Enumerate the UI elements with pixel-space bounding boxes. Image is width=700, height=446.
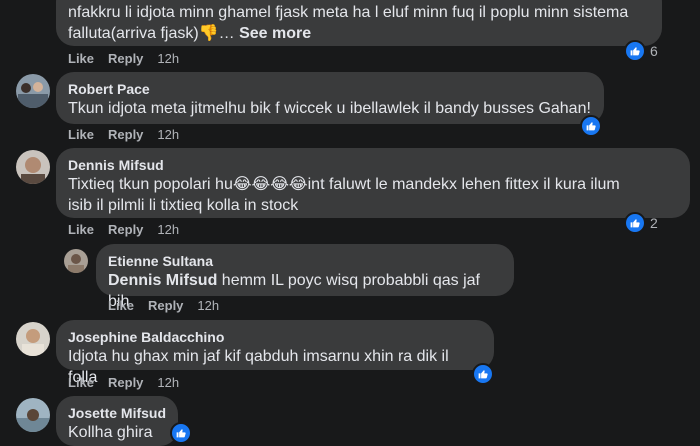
- avatar[interactable]: [16, 74, 50, 108]
- comment-actions: Like Reply 12h: [108, 298, 219, 313]
- comment-bubble: Robert Pace Tkun idjota meta jitmelhu bi…: [56, 72, 604, 124]
- reply-button[interactable]: Reply: [148, 298, 183, 313]
- thumbs-up-icon: [624, 40, 646, 62]
- thumbs-up-icon: [580, 115, 602, 137]
- timestamp: 12h: [157, 375, 180, 390]
- avatar[interactable]: [16, 322, 50, 356]
- reply-button[interactable]: Reply: [108, 222, 143, 237]
- comment-author[interactable]: Dennis Mifsud: [68, 156, 678, 174]
- reaction-number: 2: [650, 215, 658, 231]
- avatar[interactable]: [16, 398, 50, 432]
- timestamp: 12h: [157, 51, 180, 66]
- timestamp: 12h: [197, 298, 220, 313]
- like-button[interactable]: Like: [68, 222, 94, 237]
- avatar[interactable]: [16, 150, 50, 184]
- reaction-count[interactable]: [472, 363, 494, 385]
- reply-button[interactable]: Reply: [108, 127, 143, 142]
- like-button[interactable]: Like: [68, 127, 94, 142]
- comment-bubble: Josette Mifsud Kollha ghira: [56, 396, 178, 446]
- reaction-count[interactable]: [580, 115, 602, 137]
- like-button[interactable]: Like: [68, 51, 94, 66]
- comment-author[interactable]: Etienne Sultana: [108, 252, 502, 270]
- comment-author[interactable]: Josette Mifsud: [68, 404, 166, 422]
- comment-text-line-2: isib il pilmli li tixtieq kolla in stock: [68, 197, 299, 214]
- reply-button[interactable]: Reply: [108, 375, 143, 390]
- comment-bubble: Josephine Baldacchino Idjota hu ghax min…: [56, 320, 494, 386]
- comment-bubble: Dennis Mifsud Tixtieq tkun popolari hu😂😂…: [56, 148, 690, 218]
- comment-author[interactable]: Josephine Baldacchino: [68, 328, 482, 346]
- comment-bubble: nfakkru li idjota minn ghamel fjask meta…: [56, 0, 662, 46]
- see-more-link[interactable]: See more: [239, 25, 311, 42]
- timestamp: 12h: [157, 127, 180, 142]
- mention-link[interactable]: Dennis Mifsud: [108, 272, 217, 289]
- reaction-number: 6: [650, 43, 658, 59]
- thumbs-up-icon: [624, 212, 646, 234]
- comment-author[interactable]: Robert Pace: [68, 80, 592, 98]
- reaction-count[interactable]: 6: [624, 40, 658, 62]
- comment-text: Tkun idjota meta jitmelhu bik f wiccek u…: [68, 100, 591, 117]
- like-button[interactable]: Like: [108, 298, 134, 313]
- comment-actions: Like Reply 12h: [68, 127, 179, 142]
- reaction-count[interactable]: 2: [624, 212, 658, 234]
- comment-actions: Like Reply 12h: [68, 222, 179, 237]
- timestamp: 12h: [157, 222, 180, 237]
- comment-text: Kollha ghira: [68, 424, 153, 441]
- reply-button[interactable]: Reply: [108, 51, 143, 66]
- avatar[interactable]: [64, 249, 88, 273]
- comment-actions: Like Reply 12h: [68, 375, 179, 390]
- comment-text: Tixtieq tkun popolari hu😂😂😂😂int faluwt l…: [68, 176, 620, 193]
- comment-actions: Like Reply 12h: [68, 51, 179, 66]
- like-button[interactable]: Like: [68, 375, 94, 390]
- reply-bubble: Etienne Sultana Dennis Mifsud hemm IL po…: [96, 244, 514, 310]
- thumbs-up-icon: [472, 363, 494, 385]
- comment-text: nfakkru li idjota minn ghamel fjask meta…: [68, 4, 629, 42]
